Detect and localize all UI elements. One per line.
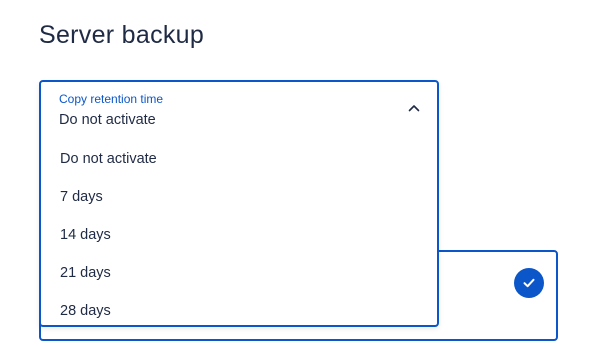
chevron-up-icon[interactable]	[407, 101, 421, 115]
select-option-21-days[interactable]: 21 days	[41, 254, 437, 292]
select-option-7-days[interactable]: 7 days	[41, 178, 437, 216]
selected-check-badge	[514, 268, 544, 298]
select-header[interactable]: Copy retention time Do not activate	[41, 82, 437, 134]
select-options-list: Do not activate 7 days 14 days 21 days 2…	[41, 140, 437, 330]
select-current-value: Do not activate	[59, 112, 156, 128]
select-label: Copy retention time	[59, 92, 164, 106]
retention-time-select[interactable]: Copy retention time Do not activate Do n…	[39, 80, 439, 327]
page-title: Server backup	[39, 21, 205, 49]
select-option-28-days[interactable]: 28 days	[41, 292, 437, 330]
checkmark-icon	[523, 278, 535, 288]
select-option-14-days[interactable]: 14 days	[41, 216, 437, 254]
select-option-do-not-activate[interactable]: Do not activate	[41, 140, 437, 178]
